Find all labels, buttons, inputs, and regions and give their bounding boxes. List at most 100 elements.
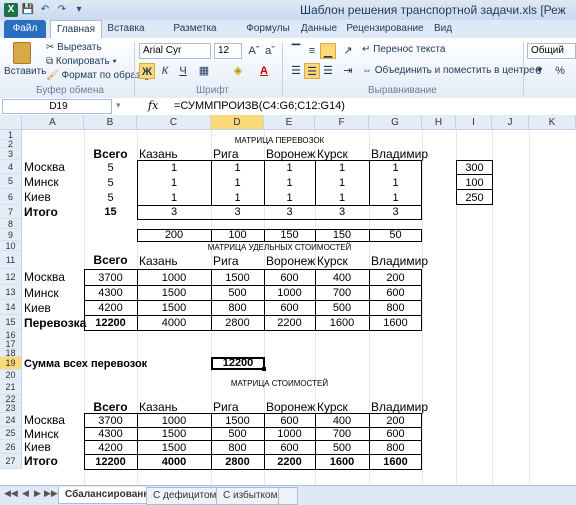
tab-file[interactable]: Файл — [4, 20, 46, 38]
row-header[interactable]: 25 — [0, 427, 22, 440]
select-all-corner[interactable] — [0, 115, 22, 130]
merge-center-button[interactable]: ⇔ Объединить и поместить в центре ▾ — [362, 65, 542, 76]
align-bottom-icon[interactable]: ▁ — [320, 43, 336, 59]
table-cell[interactable]: 2200 — [264, 316, 315, 330]
formula-input[interactable]: =СУММПРОИЗВ(C4:G6;C12:G14) — [174, 99, 574, 114]
row-header[interactable]: 18 — [0, 349, 22, 358]
table-cell[interactable]: 600 — [369, 427, 422, 441]
table-cell[interactable]: 100 — [456, 176, 493, 190]
table-cell[interactable]: 15 — [84, 205, 137, 219]
table-cell[interactable]: 1 — [211, 191, 264, 205]
table-cell[interactable]: 3 — [315, 205, 369, 219]
percent-button[interactable]: % — [552, 63, 568, 79]
table-cell[interactable]: 2800 — [211, 455, 264, 469]
table-cell[interactable]: 1500 — [137, 301, 211, 315]
next-sheet-icon[interactable]: ▶ — [34, 488, 41, 499]
row-header[interactable]: 9 — [0, 229, 22, 241]
row-header[interactable]: 7 — [0, 205, 22, 219]
currency-icon[interactable]: € — [530, 63, 546, 79]
table-cell[interactable]: 5 — [84, 176, 137, 190]
row-header[interactable]: 27 — [0, 454, 22, 469]
table-cell[interactable]: 3 — [369, 205, 422, 219]
tab-formulas[interactable]: Формулы — [242, 20, 294, 38]
tab-review[interactable]: Рецензирование — [344, 20, 426, 38]
col-header-i[interactable]: I — [456, 115, 492, 130]
table-cell[interactable]: 400 — [315, 271, 369, 285]
table-cell[interactable]: 200 — [137, 228, 211, 242]
table-cell[interactable]: 500 — [315, 441, 369, 455]
table-cell[interactable]: 600 — [264, 301, 315, 315]
align-left-icon[interactable]: ☰ — [288, 63, 304, 79]
row-header[interactable]: 24 — [0, 413, 22, 427]
italic-button[interactable]: К — [157, 63, 173, 79]
table-cell[interactable]: 1 — [369, 176, 422, 190]
table-cell[interactable]: 1 — [137, 176, 211, 190]
prev-sheet-icon[interactable]: ◀ — [22, 488, 29, 499]
table-cell[interactable]: 3 — [264, 205, 315, 219]
table-cell[interactable]: 1 — [315, 161, 369, 175]
table-cell[interactable]: 1600 — [315, 316, 369, 330]
underline-button[interactable]: Ч — [175, 63, 191, 79]
align-top-icon[interactable]: ▔ — [288, 43, 304, 59]
shrink-font-icon[interactable]: aˇ — [262, 43, 278, 59]
table-cell[interactable]: 1 — [369, 161, 422, 175]
row-header[interactable]: 10 — [0, 241, 22, 251]
row-header[interactable]: 26 — [0, 440, 22, 454]
col-header-b[interactable]: B — [84, 115, 137, 130]
tab-insert[interactable]: Вставка — [104, 20, 148, 38]
table-cell[interactable]: 12200 — [84, 455, 137, 469]
bold-button[interactable]: Ж — [139, 63, 155, 79]
row-header[interactable]: 15 — [0, 315, 22, 330]
row-header[interactable]: 21 — [0, 380, 22, 395]
font-name-select[interactable]: Arial Cyr — [139, 43, 211, 59]
new-sheet-icon[interactable] — [278, 487, 298, 505]
paste-button[interactable]: Вставить — [4, 40, 46, 82]
table-cell[interactable]: 500 — [211, 286, 264, 300]
row-header[interactable]: 20 — [0, 370, 22, 380]
table-cell[interactable]: 800 — [369, 441, 422, 455]
table-cell[interactable]: 600 — [369, 286, 422, 300]
col-header-j[interactable]: J — [492, 115, 529, 130]
table-cell[interactable]: 1000 — [137, 414, 211, 428]
table-cell[interactable]: 150 — [264, 228, 315, 242]
table-cell[interactable]: 1 — [315, 176, 369, 190]
table-cell[interactable]: 200 — [369, 414, 422, 428]
table-cell[interactable]: 600 — [264, 414, 315, 428]
table-cell[interactable]: 4200 — [84, 441, 137, 455]
align-center-icon[interactable]: ☰ — [304, 63, 320, 79]
row-header[interactable]: 23 — [0, 403, 22, 413]
col-header-c[interactable]: C — [137, 115, 211, 130]
table-cell[interactable]: 1 — [315, 191, 369, 205]
table-cell[interactable]: 4200 — [84, 301, 137, 315]
table-cell[interactable]: 300 — [456, 161, 493, 175]
table-cell[interactable]: 1 — [137, 161, 211, 175]
table-cell[interactable]: 1 — [264, 176, 315, 190]
table-cell[interactable]: 4300 — [84, 286, 137, 300]
table-cell[interactable]: 3 — [137, 205, 211, 219]
table-cell[interactable]: 1600 — [369, 455, 422, 469]
last-sheet-icon[interactable]: ▶▶ — [44, 488, 58, 499]
table-cell[interactable]: 800 — [211, 441, 264, 455]
table-cell[interactable]: 1 — [264, 161, 315, 175]
table-cell[interactable]: 1000 — [137, 271, 211, 285]
table-cell[interactable]: 3700 — [84, 271, 137, 285]
row-header[interactable]: 13 — [0, 285, 22, 300]
row-header[interactable]: 3 — [0, 148, 22, 160]
indent-icon[interactable]: ⇥ — [340, 63, 356, 79]
table-cell[interactable]: 2200 — [264, 455, 315, 469]
table-cell[interactable]: 3700 — [84, 414, 137, 428]
table-cell[interactable]: 200 — [369, 271, 422, 285]
table-cell[interactable]: 600 — [264, 441, 315, 455]
table-cell[interactable]: 5 — [84, 161, 137, 175]
table-cell[interactable]: 1500 — [137, 441, 211, 455]
table-cell[interactable]: 1 — [211, 161, 264, 175]
table-cell[interactable]: 1600 — [369, 316, 422, 330]
table-cell[interactable]: 5 — [84, 191, 137, 205]
table-cell[interactable]: 1500 — [137, 427, 211, 441]
insert-function-icon[interactable]: fx — [148, 99, 158, 112]
table-cell[interactable]: 2800 — [211, 316, 264, 330]
table-cell[interactable]: 700 — [315, 427, 369, 441]
tab-home[interactable]: Главная — [50, 20, 102, 39]
row-header[interactable]: 19 — [0, 357, 22, 370]
table-cell[interactable]: 250 — [456, 191, 493, 205]
